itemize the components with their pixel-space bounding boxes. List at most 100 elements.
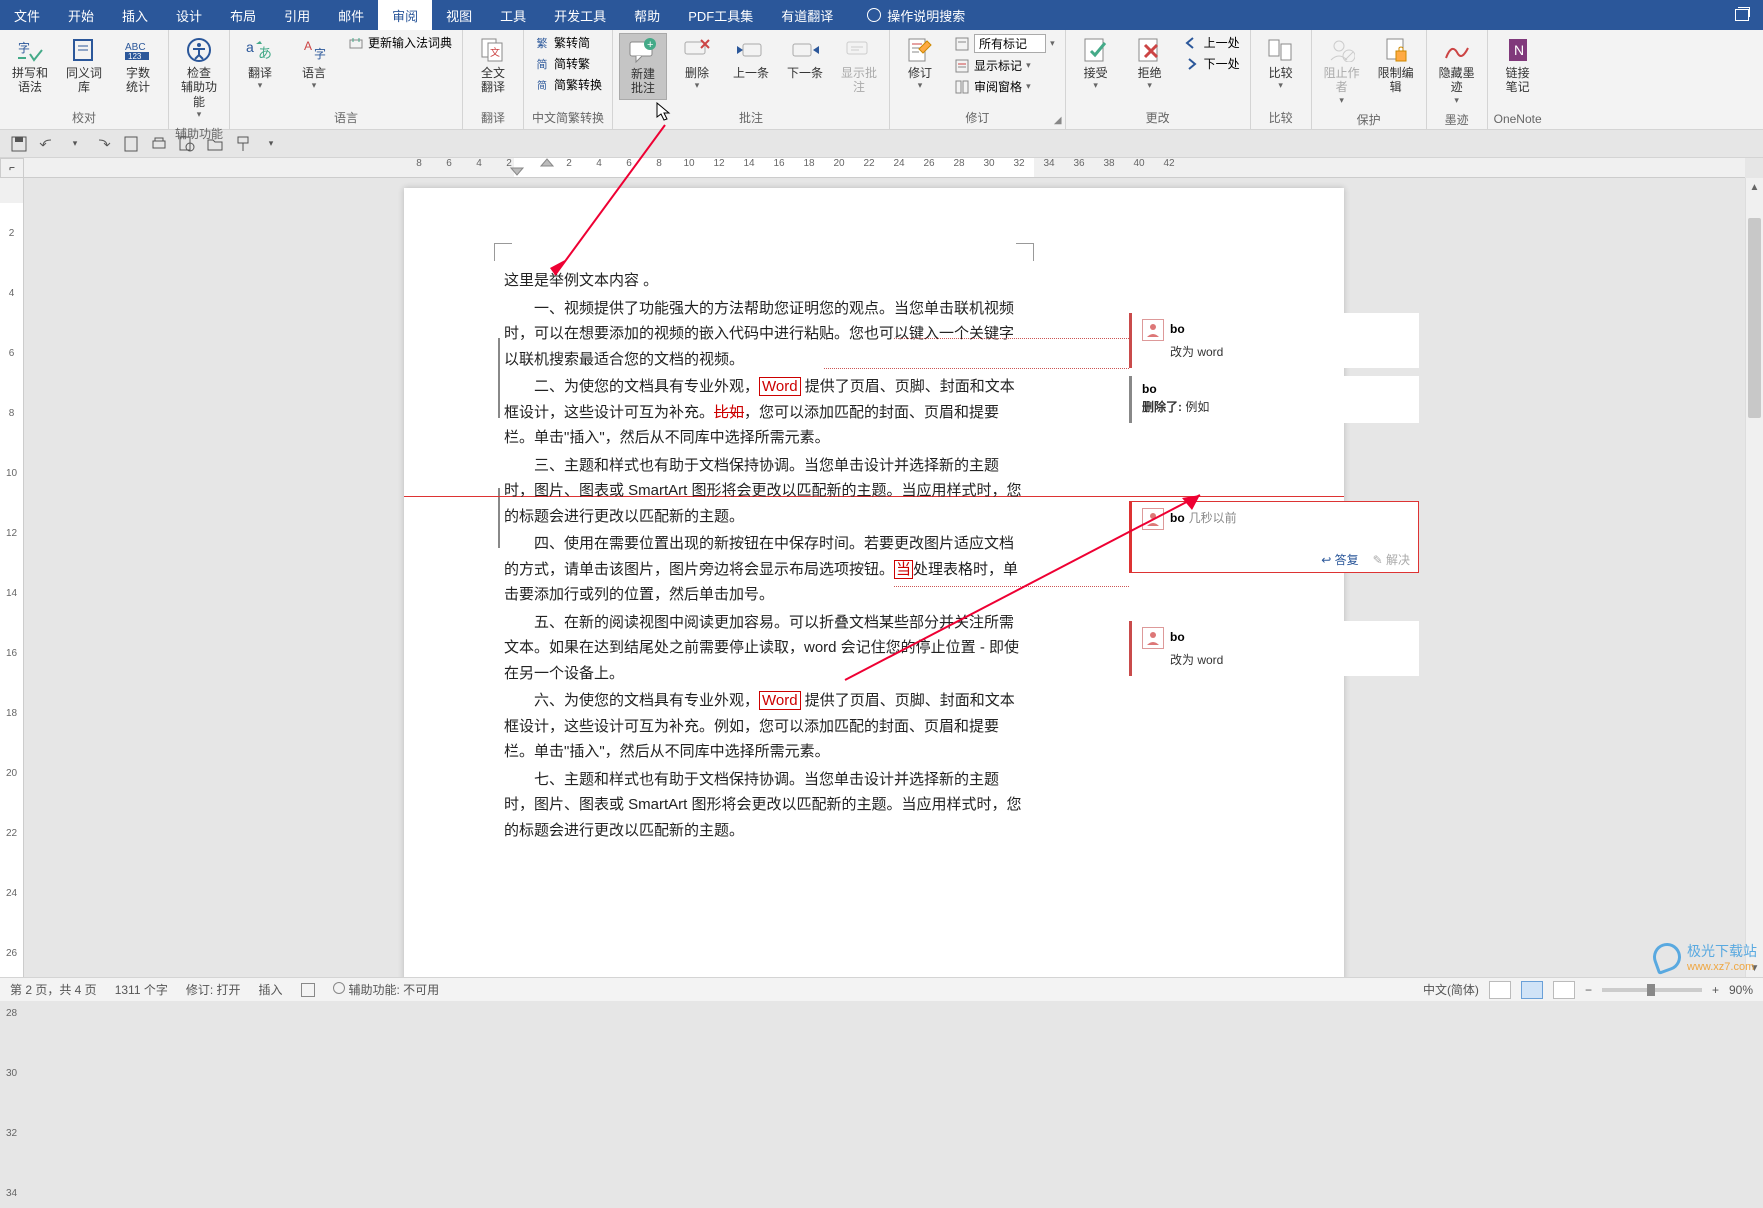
print-preview-icon[interactable] [178, 135, 196, 153]
hide-ink-button[interactable]: 隐藏墨 迹▾ [1433, 33, 1481, 109]
display-for-review-select[interactable]: 所有标记▾ [950, 33, 1059, 54]
linked-notes-button[interactable]: N链接 笔记 [1494, 33, 1542, 98]
avatar-icon [1142, 319, 1164, 341]
tab-引用[interactable]: 引用 [270, 0, 324, 30]
qat-customize-icon[interactable]: ▾ [262, 135, 280, 153]
track-changes-button[interactable]: 修订▾ [896, 33, 944, 94]
restrict-editing-button[interactable]: 限制编辑 [1372, 33, 1420, 98]
undo-dropdown-icon[interactable]: ▾ [66, 135, 84, 153]
delete-comment-button[interactable]: 删除▾ [673, 33, 721, 94]
check-a11y-button[interactable]: 检查 辅助功能▾ [175, 33, 223, 123]
update-ime-button[interactable]: 更新输入法词典 [344, 33, 456, 52]
thesaurus-button[interactable]: 同义词库 [60, 33, 108, 98]
group-chinese-convert: 繁繁转简 简简转繁 简简繁转换 中文简繁转换 [524, 30, 613, 129]
next-change-button[interactable]: 下一处 [1180, 54, 1244, 73]
language-button[interactable]: A字语言▾ [290, 33, 338, 94]
block-authors-button[interactable]: 阻止作者▾ [1318, 33, 1366, 109]
comment-card[interactable]: bo 改为 word [1129, 313, 1419, 368]
tab-帮助[interactable]: 帮助 [620, 0, 674, 30]
svg-text:字: 字 [18, 40, 30, 55]
first-line-indent-icon[interactable] [540, 158, 554, 168]
next-comment-button[interactable]: 下一条 [781, 33, 829, 83]
status-page[interactable]: 第 2 页，共 4 页 [10, 981, 97, 998]
new-comment-button[interactable]: +新建 批注 [619, 33, 667, 100]
full-translate-button[interactable]: 文全文 翻译 [469, 33, 517, 98]
compare-button[interactable]: 比较▾ [1257, 33, 1305, 94]
show-comments-button[interactable]: 显示批注 [835, 33, 883, 98]
group-protect: 阻止作者▾ 限制编辑 保护 [1312, 30, 1427, 129]
trad-to-simp-button[interactable]: 繁繁转简 [530, 33, 606, 52]
tab-PDF工具集[interactable]: PDF工具集 [674, 0, 767, 30]
show-markup-button[interactable]: 显示标记 ▾ [950, 56, 1059, 75]
watermark: 极光下载站www.xz7.com [1653, 941, 1757, 973]
tab-有道翻译[interactable]: 有道翻译 [767, 0, 847, 30]
tab-视图[interactable]: 视图 [432, 0, 486, 30]
reject-button[interactable]: 拒绝▾ [1126, 33, 1174, 94]
group-language: aあ翻译▾ A字语言▾ 更新输入法词典 语言 [230, 30, 463, 129]
scroll-up-icon[interactable]: ▲ [1746, 178, 1763, 196]
format-painter-icon[interactable] [234, 135, 252, 153]
tracked-word: Word [759, 691, 801, 710]
group-proofing: 字拼写和语法 同义词库 ABC123字数 统计 校对 [0, 30, 169, 129]
prev-comment-button[interactable]: 上一条 [727, 33, 775, 83]
page-content: 这里是举例文本内容 。 一、视频提供了功能强大的方法帮助您证明您的观点。当您单击… [504, 268, 1024, 845]
tab-文件[interactable]: 文件 [0, 0, 54, 30]
status-words[interactable]: 1311 个字 [115, 981, 168, 998]
tell-me[interactable]: 操作说明搜索 [867, 6, 965, 25]
comment-card-active[interactable]: bo几秒以前 ↩ 答复 ✎ 解决 [1129, 501, 1419, 573]
prev-change-button[interactable]: 上一处 [1180, 33, 1244, 52]
status-lang[interactable]: 中文(简体) [1423, 981, 1479, 998]
simp-to-trad-button[interactable]: 简简转繁 [530, 54, 606, 73]
view-web-icon[interactable] [1553, 981, 1575, 999]
doc-p1: 一、视频提供了功能强大的方法帮助您证明您的观点。当您单击联机视频时，可以在想要添… [504, 296, 1024, 373]
doc-p5: 五、在新的阅读视图中阅读更加容易。可以折叠文档某些部分并关注所需文本。如果在达到… [504, 610, 1024, 687]
tab-开发工具[interactable]: 开发工具 [540, 0, 620, 30]
tab-布局[interactable]: 布局 [216, 0, 270, 30]
doc-p7: 七、主题和样式也有助于文档保持协调。当您单击设计并选择新的主题时，图片、图表或 … [504, 767, 1024, 844]
zoom-out-icon[interactable]: − [1585, 983, 1592, 997]
new-icon[interactable] [122, 135, 140, 153]
tab-开始[interactable]: 开始 [54, 0, 108, 30]
horizontal-ruler[interactable]: 8642246810121416182022242628303234363840… [24, 158, 1745, 178]
print-icon[interactable] [150, 135, 168, 153]
view-print-icon[interactable] [1521, 981, 1543, 999]
reply-button[interactable]: ↩ 答复 [1321, 551, 1358, 568]
status-macro-icon[interactable] [301, 983, 315, 997]
zoom-in-icon[interactable]: + [1712, 983, 1719, 997]
tab-邮件[interactable]: 邮件 [324, 0, 378, 30]
svg-text:123: 123 [128, 52, 142, 61]
tab-插入[interactable]: 插入 [108, 0, 162, 30]
spelling-button[interactable]: 字拼写和语法 [6, 33, 54, 98]
dialog-launcher-icon[interactable]: ◢ [1054, 115, 1062, 126]
open-icon[interactable] [206, 135, 224, 153]
doc-heading: 这里是举例文本内容 。 [504, 268, 1024, 294]
resolve-button[interactable]: ✎ 解决 [1373, 551, 1410, 568]
tab-设计[interactable]: 设计 [162, 0, 216, 30]
comment-card[interactable]: bo 改为 word [1129, 621, 1419, 676]
save-icon[interactable] [10, 135, 28, 153]
zoom-level[interactable]: 90% [1729, 983, 1753, 997]
translate-button[interactable]: aあ翻译▾ [236, 33, 284, 94]
status-track[interactable]: 修订: 打开 [186, 981, 241, 998]
word-count-button[interactable]: ABC123字数 统计 [114, 33, 162, 98]
svg-text:N: N [1514, 42, 1524, 58]
redo-icon[interactable] [94, 135, 112, 153]
status-a11y[interactable]: 辅助功能: 不可用 [333, 981, 440, 998]
status-insert[interactable]: 插入 [259, 981, 283, 998]
group-label: 校对 [6, 107, 162, 129]
tab-工具[interactable]: 工具 [486, 0, 540, 30]
simp-trad-convert-button[interactable]: 简简繁转换 [530, 75, 606, 94]
undo-icon[interactable] [38, 135, 56, 153]
zoom-slider[interactable] [1602, 988, 1702, 992]
scrollbar-thumb[interactable] [1748, 218, 1761, 418]
accept-button[interactable]: 接受▾ [1072, 33, 1120, 94]
comments-pane: bo 改为 word bo 删除了: 例如 bo几秒以前 ↩ 答复 ✎ 解决 b… [1129, 188, 1419, 684]
group-accessibility: 检查 辅助功能▾ 辅助功能 [169, 30, 230, 129]
vertical-scrollbar[interactable]: ▲ ▼ [1745, 178, 1763, 977]
view-read-icon[interactable] [1489, 981, 1511, 999]
tab-审阅[interactable]: 审阅 [378, 0, 432, 30]
vertical-ruler[interactable]: 246810121416182022242628303234 [0, 178, 24, 977]
restore-icon[interactable] [1735, 9, 1749, 21]
reviewing-pane-button[interactable]: 审阅窗格 ▾ [950, 77, 1059, 96]
comment-card[interactable]: bo 删除了: 例如 [1129, 376, 1419, 423]
